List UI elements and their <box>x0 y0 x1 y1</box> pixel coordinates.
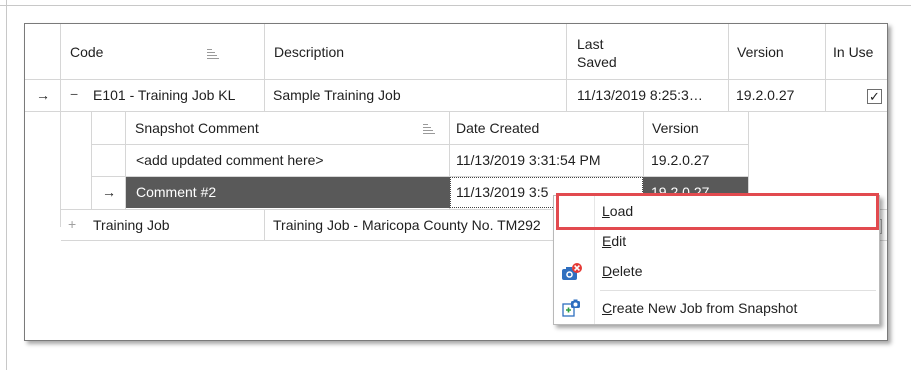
menu-item-create-new-job[interactable]: Create New Job from Snapshot <box>554 293 879 323</box>
column-header-description[interactable]: Description <box>265 24 566 79</box>
menu-item-create-new-job-label: Create New Job from Snapshot <box>602 293 797 323</box>
job-code: E101 - Training Job KL <box>93 87 236 103</box>
collapse-icon[interactable]: − <box>70 84 78 104</box>
column-header-snapshot-version-label: Version <box>652 120 699 136</box>
column-header-in-use[interactable]: In Use <box>826 24 887 79</box>
in-use-checkbox[interactable]: ✓ <box>867 89 882 104</box>
column-header-snapshot-comment-label: Snapshot Comment <box>135 120 259 136</box>
check-icon: ✓ <box>869 89 880 104</box>
snapshot-comment: Comment #2 <box>136 184 217 200</box>
job-code: Training Job <box>93 217 170 233</box>
column-header-code[interactable]: Code <box>61 24 264 79</box>
menu-label-rest: dit <box>611 233 627 249</box>
delete-snapshot-icon <box>561 262 583 282</box>
sort-icon[interactable] <box>207 49 219 59</box>
menu-item-edit[interactable]: Edit <box>554 226 879 256</box>
menu-label-rest: elete <box>612 263 643 279</box>
snapshot-version: 19.2.0.27 <box>651 152 710 168</box>
snapshot-comment: <add updated comment here> <box>136 152 324 168</box>
job-version: 19.2.0.27 <box>736 87 795 103</box>
column-header-in-use-label: In Use <box>833 44 874 60</box>
page-border-left <box>6 0 7 370</box>
column-header-code-label: Code <box>70 44 104 60</box>
column-header-version-label: Version <box>737 44 784 60</box>
page-border-top <box>0 5 911 6</box>
column-header-description-label: Description <box>274 44 345 60</box>
snapshot-date-created: 11/13/2019 3:31:54 PM <box>456 152 601 168</box>
menu-item-edit-label: Edit <box>602 226 626 256</box>
expand-icon[interactable]: + <box>68 214 76 234</box>
job-description: Training Job - Maricopa County No. TM292 <box>273 217 541 233</box>
column-header-last-saved-line1: Last <box>577 36 604 52</box>
column-header-last-saved[interactable]: Last Saved <box>567 24 728 79</box>
job-last-saved: 11/13/2019 8:25:3… <box>577 87 703 103</box>
column-header-snapshot-comment[interactable]: Snapshot Comment <box>126 112 449 144</box>
column-header-date-created[interactable]: Date Created <box>450 112 643 144</box>
create-job-icon <box>561 298 583 318</box>
accelerator-key: E <box>602 233 612 249</box>
accelerator-key: D <box>602 263 613 279</box>
column-header-snapshot-version[interactable]: Version <box>644 112 748 144</box>
row-indicator-arrow-icon: → <box>36 87 50 103</box>
row-indicator-arrow-icon: → <box>102 184 116 200</box>
menu-label-rest: reate New Job from Snapshot <box>612 300 798 316</box>
column-header-version[interactable]: Version <box>729 24 825 79</box>
column-header-date-created-label: Date Created <box>456 120 540 136</box>
job-description: Sample Training Job <box>273 87 401 103</box>
load-highlight-box <box>556 193 879 230</box>
menu-item-delete[interactable]: Delete <box>554 256 879 286</box>
menu-item-delete-label: Delete <box>602 256 642 286</box>
column-header-last-saved-line2: Saved <box>577 54 617 70</box>
accelerator-key: C <box>602 300 613 316</box>
sort-icon[interactable] <box>423 124 435 134</box>
